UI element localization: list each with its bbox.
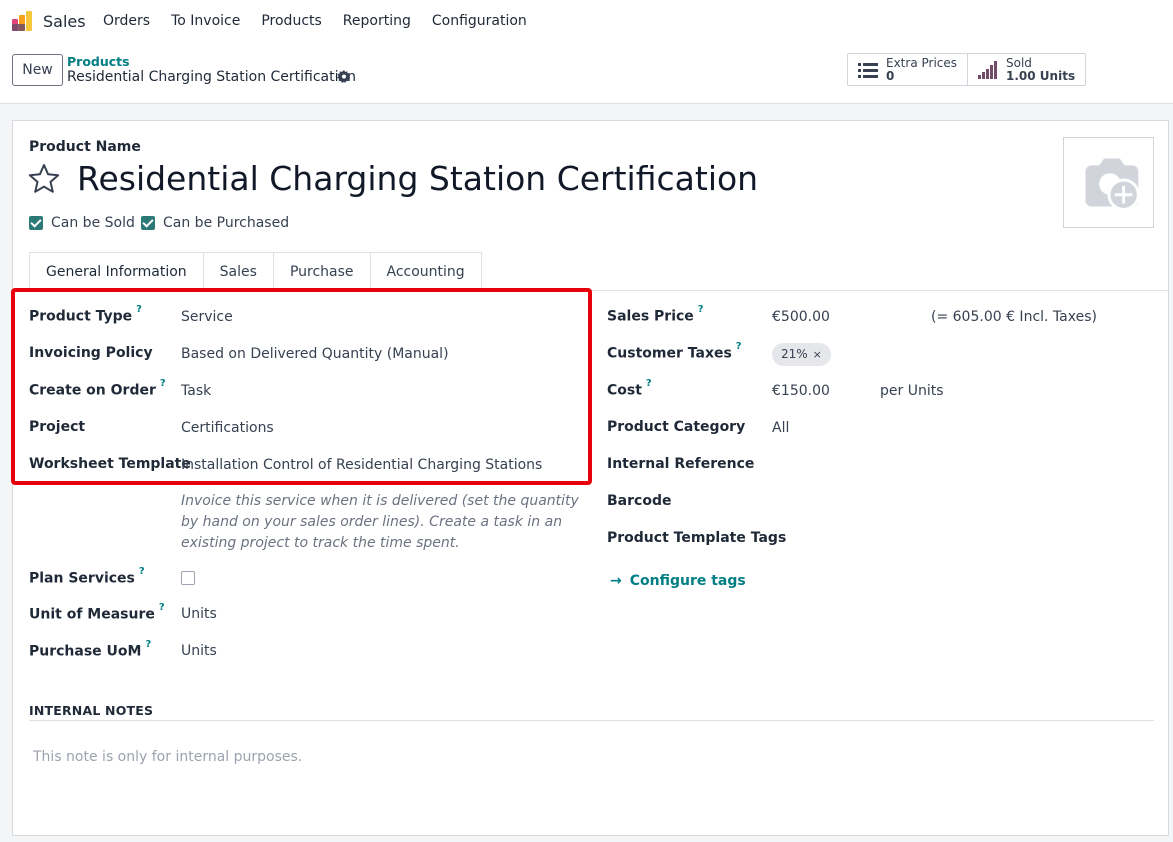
- signal-bars-icon: [978, 60, 998, 79]
- can-be-purchased-checkbox[interactable]: [141, 216, 155, 230]
- cost-unit: per Units: [880, 383, 944, 399]
- internal-notes-heading: INTERNAL NOTES: [29, 703, 154, 718]
- breadcrumb-current: Residential Charging Station Certificati…: [67, 69, 356, 85]
- breadcrumb-products[interactable]: Products: [67, 54, 130, 69]
- can-be-purchased-row: Can be Purchased: [141, 215, 289, 231]
- plan-services-checkbox[interactable]: [181, 571, 195, 585]
- arrow-right-icon: →: [610, 573, 622, 589]
- sold-value: 1.00 Units: [1006, 68, 1076, 83]
- plan-services-label: Plan Services?: [29, 566, 145, 587]
- new-button[interactable]: New: [12, 54, 63, 86]
- worksheet-template-label: Worksheet Template: [29, 456, 191, 472]
- sales-app-icon[interactable]: [11, 10, 33, 32]
- create-on-order-label: Create on Order?: [29, 378, 166, 399]
- gear-icon[interactable]: [337, 70, 351, 84]
- menu-orders[interactable]: Orders: [103, 13, 150, 29]
- sales-price-incl-taxes: (= 605.00 € Incl. Taxes): [931, 309, 1097, 325]
- product-name-field[interactable]: Residential Charging Station Certificati…: [77, 159, 758, 198]
- notes-divider: [29, 720, 1154, 721]
- project-field[interactable]: Certifications: [181, 420, 274, 436]
- barcode-label: Barcode: [607, 493, 672, 509]
- create-on-order-field[interactable]: Task: [181, 383, 211, 399]
- tab-accounting[interactable]: Accounting: [369, 252, 482, 291]
- help-icon[interactable]: ?: [736, 341, 742, 352]
- internal-notes-input[interactable]: This note is only for internal purposes.: [33, 749, 302, 765]
- main-menu: Orders To Invoice Products Reporting Con…: [103, 13, 548, 29]
- product-category-field[interactable]: All: [772, 420, 789, 436]
- star-icon[interactable]: [27, 162, 61, 196]
- help-icon[interactable]: ?: [698, 304, 704, 315]
- sales-price-field[interactable]: €500.00: [772, 309, 830, 325]
- help-icon[interactable]: ?: [160, 378, 166, 389]
- sales-price-label: Sales Price?: [607, 304, 704, 325]
- purchase-uom-label: Purchase UoM?: [29, 639, 152, 660]
- sold-button[interactable]: Sold 1.00 Units: [967, 54, 1085, 85]
- app-name[interactable]: Sales: [43, 12, 86, 31]
- invoicing-policy-field[interactable]: Based on Delivered Quantity (Manual): [181, 346, 449, 362]
- product-name-label: Product Name: [29, 139, 141, 155]
- extra-prices-label: Extra Prices: [886, 55, 958, 70]
- menu-to-invoice[interactable]: To Invoice: [171, 13, 240, 29]
- product-form-sheet: Product Name Residential Charging Statio…: [11, 120, 1169, 836]
- help-icon[interactable]: ?: [145, 639, 151, 650]
- control-panel: New Products Residential Charging Statio…: [0, 44, 1173, 104]
- menu-products[interactable]: Products: [261, 13, 321, 29]
- menu-reporting[interactable]: Reporting: [343, 13, 411, 29]
- help-icon[interactable]: ?: [159, 602, 165, 613]
- project-label: Project: [29, 419, 86, 435]
- product-type-field[interactable]: Service: [181, 309, 233, 325]
- internal-reference-label: Internal Reference: [607, 456, 755, 472]
- product-image-upload[interactable]: [1063, 137, 1154, 228]
- tab-general-information[interactable]: General Information: [29, 252, 204, 291]
- list-icon: [858, 62, 878, 78]
- camera-add-icon: [1085, 158, 1140, 211]
- unit-of-measure-field[interactable]: Units: [181, 606, 217, 622]
- tax-tag-21[interactable]: 21% ×: [772, 343, 831, 366]
- top-navbar: Sales Orders To Invoice Products Reporti…: [0, 0, 1173, 44]
- purchase-uom-field[interactable]: Units: [181, 643, 217, 659]
- invoicing-help-text: Invoice this service when it is delivere…: [181, 493, 579, 551]
- help-icon[interactable]: ?: [139, 566, 145, 577]
- tab-sales[interactable]: Sales: [202, 252, 274, 291]
- can-be-sold-checkbox[interactable]: [29, 216, 43, 230]
- menu-configuration[interactable]: Configuration: [432, 13, 527, 29]
- worksheet-template-field[interactable]: Installation Control of Residential Char…: [181, 457, 542, 473]
- cost-label: Cost?: [607, 378, 652, 399]
- can-be-sold-row: Can be Sold: [29, 215, 135, 231]
- extra-prices-button[interactable]: Extra Prices 0: [848, 54, 967, 85]
- unit-of-measure-label: Unit of Measure?: [29, 602, 165, 623]
- tab-purchase[interactable]: Purchase: [272, 252, 371, 291]
- close-icon[interactable]: ×: [813, 343, 822, 366]
- configure-tags-link[interactable]: → Configure tags: [610, 573, 746, 589]
- can-be-sold-label: Can be Sold: [51, 215, 135, 231]
- tab-divider: [13, 290, 1168, 291]
- help-icon[interactable]: ?: [646, 378, 652, 389]
- can-be-purchased-label: Can be Purchased: [163, 215, 290, 231]
- extra-prices-value: 0: [886, 68, 895, 83]
- help-icon[interactable]: ?: [136, 304, 142, 315]
- invoicing-policy-label: Invoicing Policy: [29, 345, 153, 361]
- customer-taxes-label: Customer Taxes?: [607, 341, 742, 362]
- cost-field[interactable]: €150.00: [772, 383, 830, 399]
- product-template-tags-label: Product Template Tags: [607, 530, 787, 546]
- product-type-label: Product Type?: [29, 304, 142, 325]
- sold-label: Sold: [1006, 55, 1032, 70]
- smart-buttons: Extra Prices 0 Sold 1.00 Units: [847, 53, 1087, 86]
- product-category-label: Product Category: [607, 419, 746, 435]
- form-tabs: General Information Sales Purchase Accou…: [29, 252, 482, 291]
